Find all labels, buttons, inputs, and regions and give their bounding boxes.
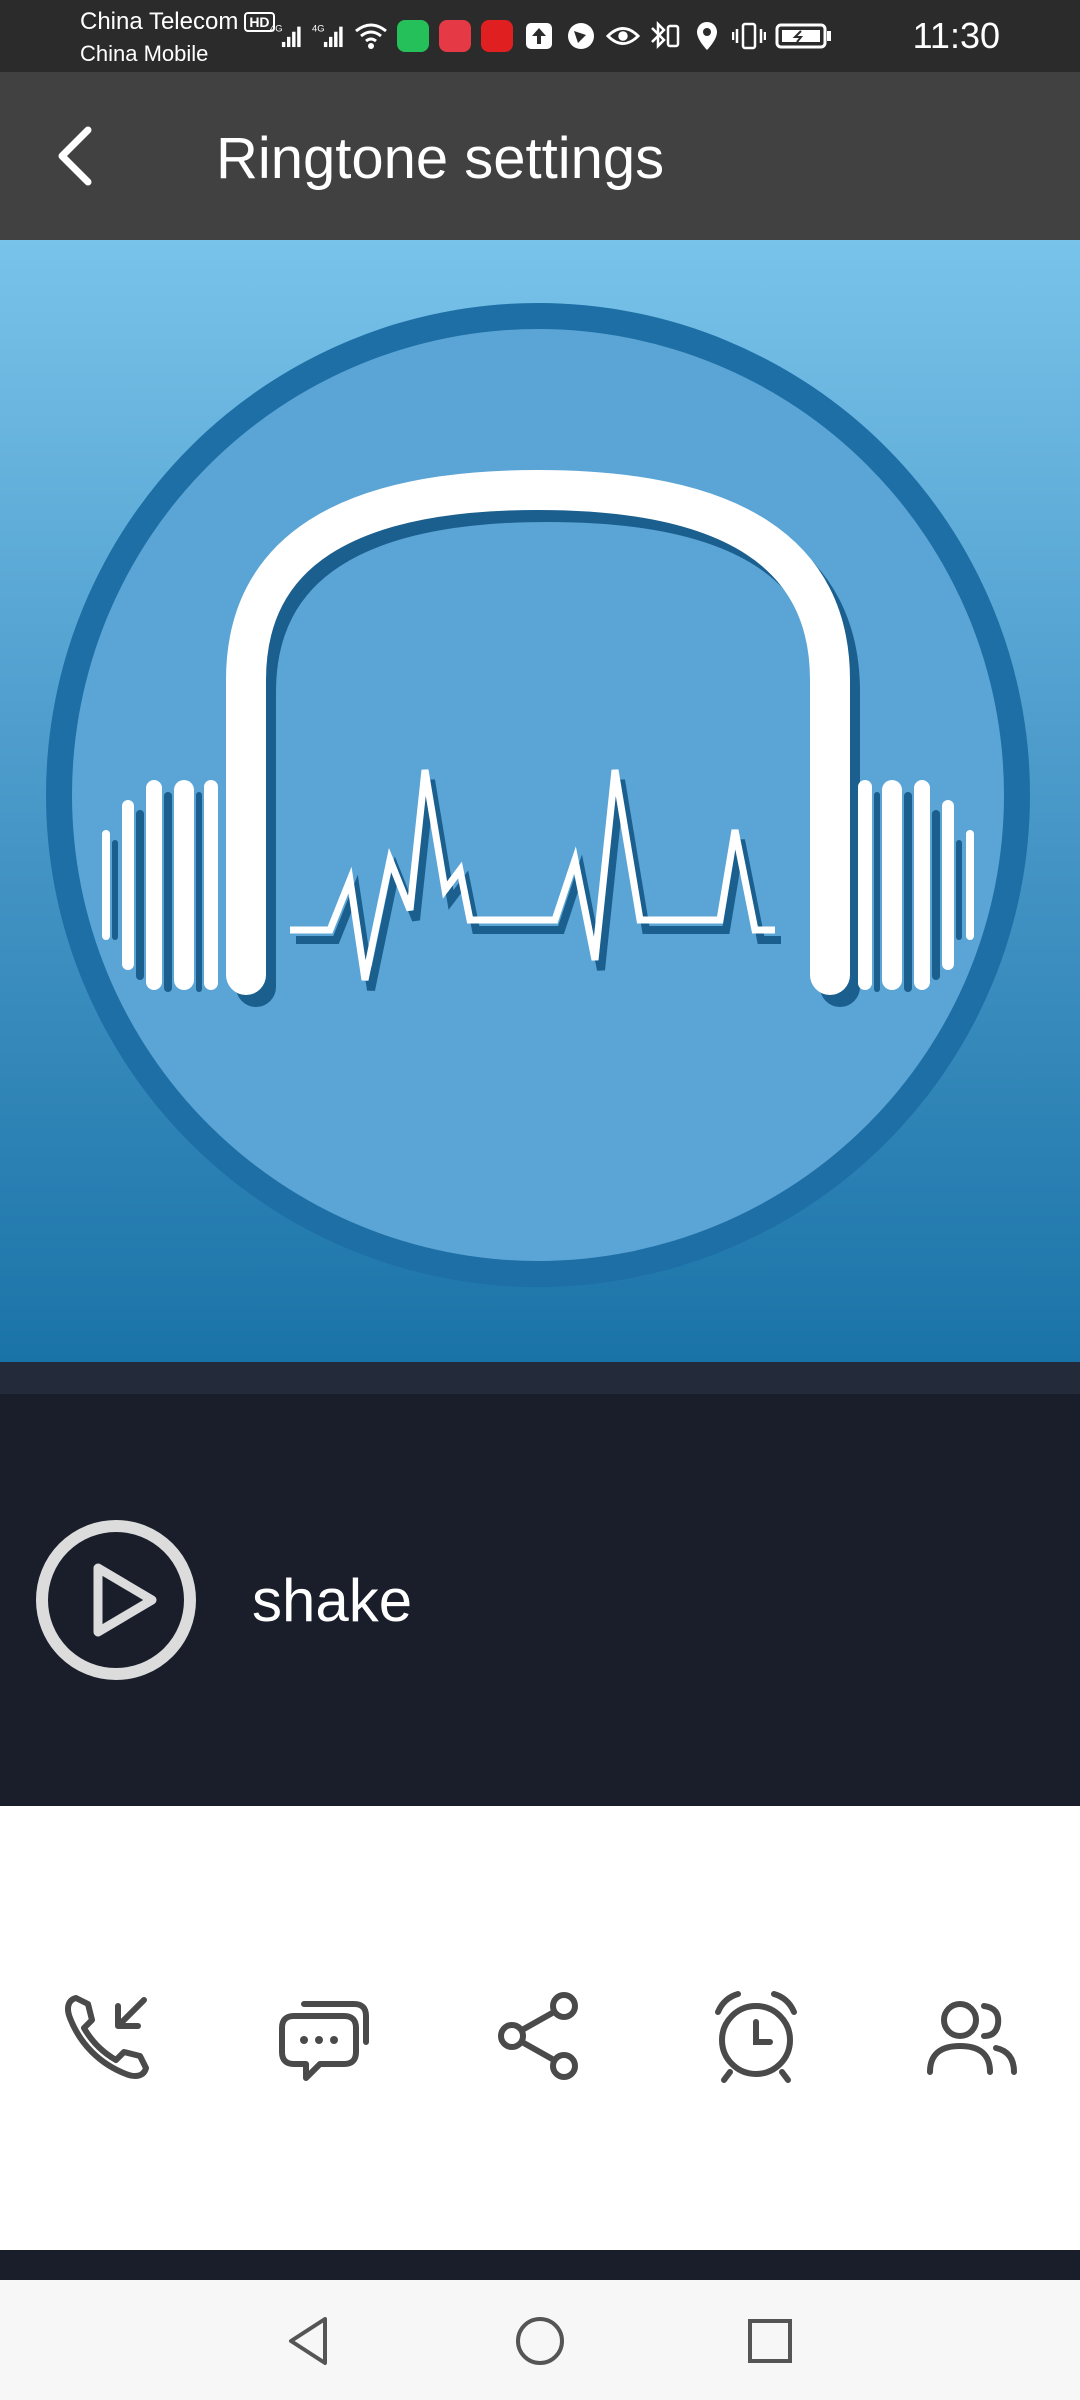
ringtone-name: shake xyxy=(252,1567,413,1634)
nav-home-icon xyxy=(516,2317,564,2365)
network-1-label: 4G xyxy=(270,24,282,34)
back-arrow-icon xyxy=(58,126,92,186)
status-icons: 4G 4G xyxy=(270,14,834,58)
clock: 11:30 xyxy=(912,15,1000,56)
location-icon xyxy=(690,19,724,53)
signal-1-icon: 4G xyxy=(270,19,304,53)
headphones-waveform-icon xyxy=(46,303,1030,1287)
browser-icon xyxy=(564,19,598,53)
signal-2-icon: 4G xyxy=(312,19,346,53)
incoming-call-icon xyxy=(65,1995,149,2079)
play-button[interactable] xyxy=(34,1518,198,1682)
network-2-label: 4G xyxy=(312,24,324,34)
eye-comfort-icon xyxy=(606,19,640,53)
bottom-divider xyxy=(0,2250,1080,2280)
nav-back-button[interactable] xyxy=(274,2306,344,2376)
share-icon xyxy=(498,1992,578,2080)
share-button[interactable] xyxy=(480,1976,600,2096)
reader-app-icon xyxy=(438,19,472,53)
page-title: Ringtone settings xyxy=(216,126,665,191)
status-bar: China Telecom HD China Mobile 4G 4G 11:3… xyxy=(0,0,1080,72)
set-sms-ringtone-button[interactable] xyxy=(264,1976,384,2096)
wechat-app-icon xyxy=(396,19,430,53)
wifi-icon xyxy=(354,19,388,53)
back-button[interactable] xyxy=(36,116,116,196)
play-icon xyxy=(36,1520,196,1680)
carrier-info: China Telecom HD China Mobile xyxy=(80,6,275,70)
set-alarm-ringtone-button[interactable] xyxy=(696,1976,816,2096)
navigation-bar xyxy=(0,2280,1080,2400)
alarm-clock-icon xyxy=(715,1991,797,2083)
news-app-icon xyxy=(480,19,514,53)
ringtone-artwork xyxy=(0,240,1080,1362)
bluetooth-icon xyxy=(648,19,682,53)
nav-home-button[interactable] xyxy=(505,2306,575,2376)
action-row xyxy=(0,1806,1080,2250)
nav-recents-icon xyxy=(748,2319,792,2363)
player-panel: shake xyxy=(0,1394,1080,1806)
app-bar: Ringtone settings xyxy=(0,72,1080,240)
artwork-divider xyxy=(0,1362,1080,1394)
set-call-ringtone-button[interactable] xyxy=(48,1976,168,2096)
vibrate-icon xyxy=(732,19,766,53)
upload-icon xyxy=(522,19,556,53)
battery-icon xyxy=(774,19,834,53)
carrier-2-label: China Mobile xyxy=(80,41,209,66)
set-contact-ringtone-button[interactable] xyxy=(912,1976,1032,2096)
nav-back-icon xyxy=(289,2317,327,2365)
sms-message-icon xyxy=(279,2001,369,2081)
contacts-icon xyxy=(927,2001,1017,2075)
nav-recents-button[interactable] xyxy=(735,2306,805,2376)
carrier-1-label: China Telecom xyxy=(80,8,239,35)
